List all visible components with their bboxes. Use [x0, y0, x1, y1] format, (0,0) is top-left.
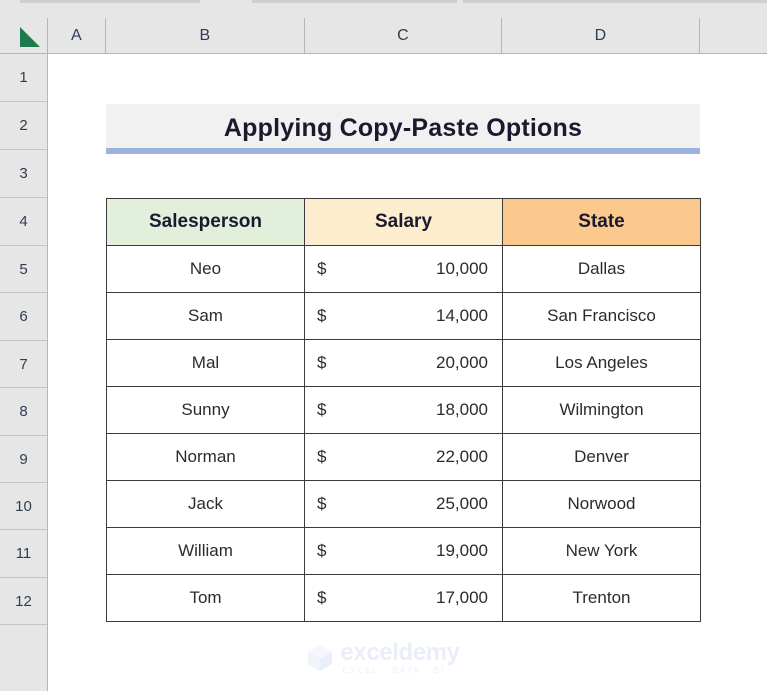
table-row: William $ 19,000 New York	[106, 527, 701, 575]
salary-amount: 19,000	[436, 541, 488, 560]
row-header-10[interactable]: 10	[0, 483, 47, 530]
column-header-state[interactable]: State	[502, 198, 701, 246]
row-header-2[interactable]: 2	[0, 102, 47, 150]
cell-state[interactable]: New York	[502, 527, 701, 575]
column-header-bar: A B C D	[0, 18, 767, 54]
cell-state[interactable]: Wilmington	[502, 386, 701, 434]
salary-table: Salesperson Salary State Neo $ 10,000 Da…	[106, 198, 701, 622]
currency-symbol: $	[317, 541, 327, 560]
table-header-row: Salesperson Salary State	[106, 198, 701, 246]
cell-salary[interactable]: $ 19,000	[304, 527, 503, 575]
page-title-cell[interactable]: Applying Copy-Paste Options	[106, 104, 700, 152]
cell-salary[interactable]: $ 20,000	[304, 339, 503, 387]
row-header-11[interactable]: 11	[0, 530, 47, 578]
cell-salesperson[interactable]: William	[106, 527, 305, 575]
page-title: Applying Copy-Paste Options	[223, 113, 583, 142]
row-header-5[interactable]: 5	[0, 246, 47, 293]
column-header-a[interactable]: A	[48, 18, 106, 53]
row-header-3[interactable]: 3	[0, 150, 47, 198]
cell-state[interactable]: Los Angeles	[502, 339, 701, 387]
cell-salary[interactable]: $ 10,000	[304, 245, 503, 293]
cell-salary[interactable]: $ 14,000	[304, 292, 503, 340]
cell-salesperson[interactable]: Sunny	[106, 386, 305, 434]
cell-salary[interactable]: $ 17,000	[304, 574, 503, 622]
cell-salary[interactable]: $ 18,000	[304, 386, 503, 434]
cell-state[interactable]: Norwood	[502, 480, 701, 528]
cell-salesperson[interactable]: Neo	[106, 245, 305, 293]
table-row: Mal $ 20,000 Los Angeles	[106, 339, 701, 387]
salary-amount: 17,000	[436, 588, 488, 607]
cube-logo-icon	[308, 645, 333, 671]
salary-amount: 14,000	[436, 306, 488, 325]
ribbon-segment	[20, 0, 200, 3]
salary-amount: 22,000	[436, 447, 488, 466]
row-header-12[interactable]: 12	[0, 578, 47, 625]
salary-amount: 20,000	[436, 353, 488, 372]
ribbon-edge-strip	[0, 0, 767, 18]
currency-symbol: $	[317, 353, 327, 372]
row-header-gutter: 1 2 3 4 5 6 7 8 9 10 11 12	[0, 54, 48, 691]
column-header-salesperson[interactable]: Salesperson	[106, 198, 305, 246]
column-header-b[interactable]: B	[106, 18, 305, 53]
salary-amount: 10,000	[436, 259, 488, 278]
currency-symbol: $	[317, 306, 327, 325]
select-all-corner[interactable]	[0, 18, 48, 53]
table-row: Tom $ 17,000 Trenton	[106, 574, 701, 622]
table-row: Sam $ 14,000 San Francisco	[106, 292, 701, 340]
watermark-tagline: EXCEL · DATA · BI	[342, 666, 446, 675]
column-header-e[interactable]	[700, 18, 767, 53]
row-header-9[interactable]: 9	[0, 436, 47, 483]
cell-salesperson[interactable]: Sam	[106, 292, 305, 340]
currency-symbol: $	[317, 447, 327, 466]
watermark: exceldemy EXCEL · DATA · BI	[0, 641, 767, 675]
currency-symbol: $	[317, 588, 327, 607]
row-header-8[interactable]: 8	[0, 388, 47, 436]
cell-salesperson[interactable]: Norman	[106, 433, 305, 481]
cell-salesperson[interactable]: Tom	[106, 574, 305, 622]
column-header-c[interactable]: C	[305, 18, 502, 53]
cell-state[interactable]: Denver	[502, 433, 701, 481]
cell-salesperson[interactable]: Jack	[106, 480, 305, 528]
column-header-salary[interactable]: Salary	[304, 198, 503, 246]
table-row: Neo $ 10,000 Dallas	[106, 245, 701, 293]
currency-symbol: $	[317, 400, 327, 419]
row-header-1[interactable]: 1	[0, 54, 47, 102]
column-header-d[interactable]: D	[502, 18, 700, 53]
ribbon-segment	[463, 0, 767, 3]
cell-salary[interactable]: $ 22,000	[304, 433, 503, 481]
row-header-4[interactable]: 4	[0, 198, 47, 246]
cell-state[interactable]: San Francisco	[502, 292, 701, 340]
table-row: Jack $ 25,000 Norwood	[106, 480, 701, 528]
select-all-triangle-icon	[20, 27, 40, 47]
salary-amount: 25,000	[436, 494, 488, 513]
currency-symbol: $	[317, 259, 327, 278]
watermark-name: exceldemy	[340, 639, 460, 666]
title-underline	[106, 148, 700, 154]
cell-state[interactable]: Trenton	[502, 574, 701, 622]
table-row: Sunny $ 18,000 Wilmington	[106, 386, 701, 434]
cell-salesperson[interactable]: Mal	[106, 339, 305, 387]
cell-salary[interactable]: $ 25,000	[304, 480, 503, 528]
row-header-7[interactable]: 7	[0, 341, 47, 388]
currency-symbol: $	[317, 494, 327, 513]
table-row: Norman $ 22,000 Denver	[106, 433, 701, 481]
cell-state[interactable]: Dallas	[502, 245, 701, 293]
ribbon-segment	[252, 0, 457, 3]
row-header-6[interactable]: 6	[0, 293, 47, 341]
salary-amount: 18,000	[436, 400, 488, 419]
